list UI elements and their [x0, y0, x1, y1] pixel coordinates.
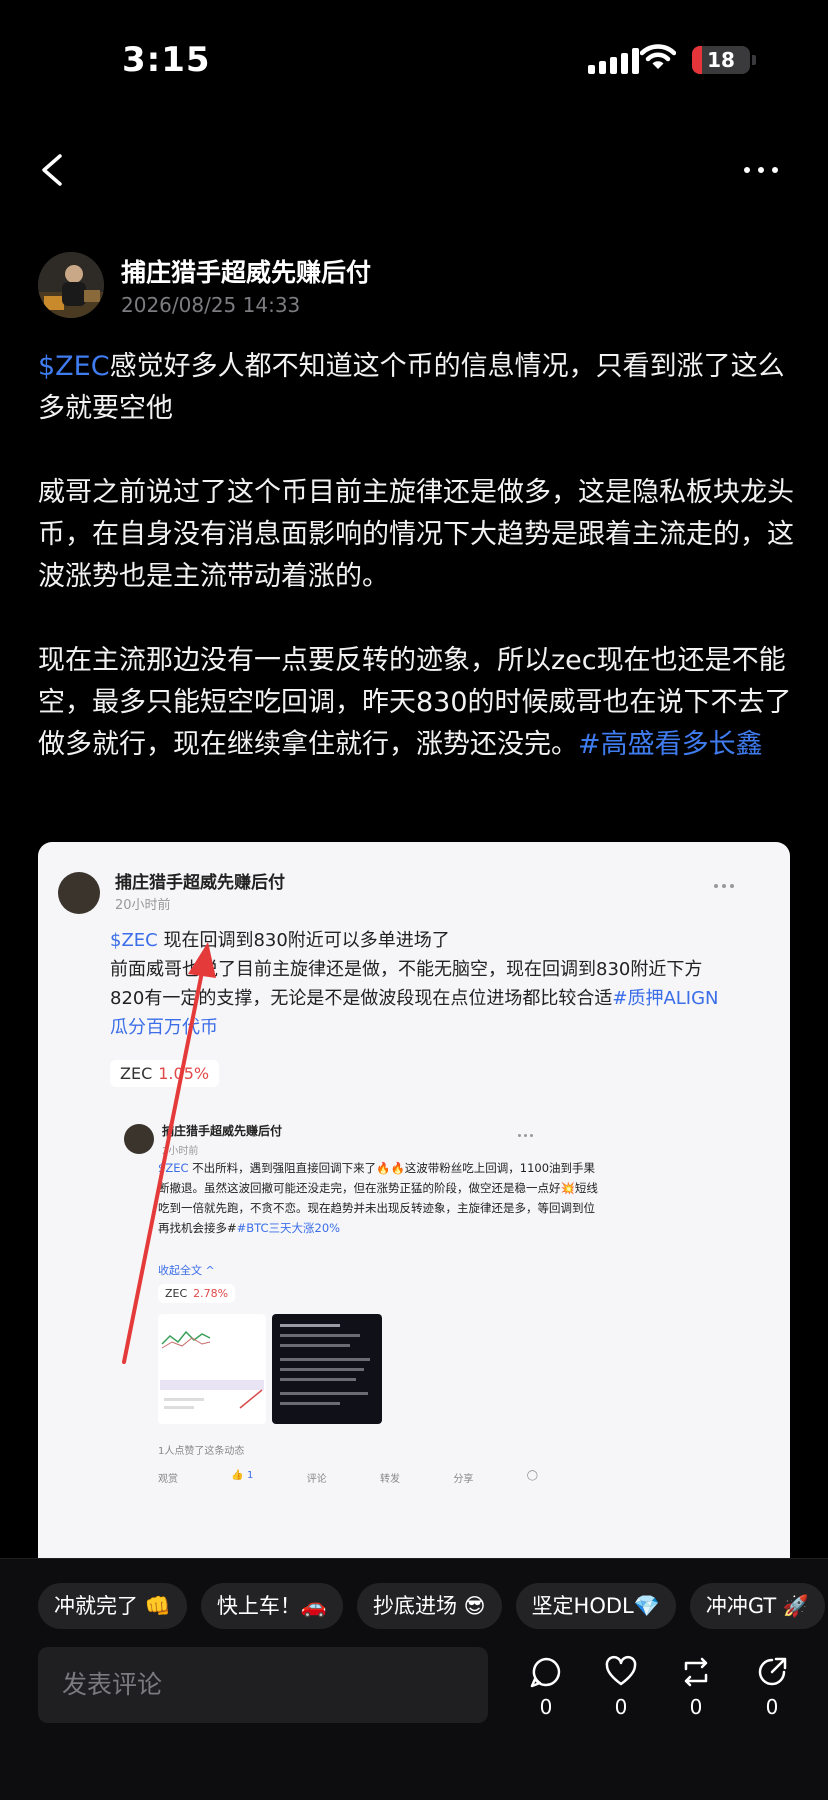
avatar-photo [38, 252, 104, 318]
embedded-line1: 现在回调到830附近可以多单进场了 [157, 930, 450, 951]
inner-action-repost: 转发 [380, 1474, 401, 1485]
quick-reactions: 冲就完了 👊 快上车！🚗 抄底进场 😎 坚定HODL💎 冲冲GT 🚀 [38, 1583, 826, 1629]
cellular-signal-icon [588, 48, 639, 74]
more-dot [744, 167, 750, 173]
share-icon [758, 1657, 787, 1686]
heart-icon [605, 1655, 637, 1686]
battery-tip [752, 55, 756, 65]
embedded-inner-post: 捕庄猎手超威先赚后付 2小时前 $ZEC 不出所料，遇到强阻直接回调下来了🔥🔥这… [124, 1114, 644, 1554]
post-timestamp: 2026/08/25 14:33 [121, 293, 301, 317]
inner-chart-thumbnail [158, 1314, 266, 1424]
reaction-chip[interactable]: 冲冲GT 🚀 [689, 1583, 826, 1629]
like-count: 0 [614, 1695, 628, 1719]
post-text: 威哥之前说过了这个币目前主旋律还是做多，这是隐私板块龙头币，在自身没有消息面影响… [38, 477, 794, 592]
inner-more-icon [518, 1134, 533, 1137]
inner-tip-icon: ◯ [526, 1470, 538, 1481]
comment-action[interactable]: 0 [520, 1655, 572, 1719]
post-paragraph: 威哥之前说过了这个币目前主旋律还是做多，这是隐私板块龙头币，在自身没有消息面影响… [38, 472, 794, 598]
chip-ticker: ZEC [165, 1287, 188, 1300]
comment-count: 0 [539, 1695, 553, 1719]
post-text: 感觉好多人都不知道这个币的信息情况，只看到涨了这么多就要空他 [38, 351, 785, 424]
repost-action[interactable]: 0 [670, 1655, 722, 1719]
reaction-chip[interactable]: 快上车！🚗 [200, 1583, 343, 1629]
inner-action-view: 观赏 [158, 1474, 178, 1485]
embedded-text: $ZEC 现在回调到830附近可以多单进场了 前面威哥也说了目前主旋律还是做，不… [110, 926, 730, 1042]
embedded-screenshot[interactable]: 捕庄猎手超威先赚后付 20小时前 $ZEC 现在回调到830附近可以多单进场了 … [38, 842, 790, 1562]
chip-percent: 2.78% [193, 1287, 229, 1300]
embedded-avatar [58, 872, 100, 914]
inner-liked-text: 1人点赞了这条动态 [158, 1446, 245, 1457]
inner-action-comment: 评论 [306, 1474, 327, 1485]
inner-screenshot-thumbnail [272, 1314, 382, 1424]
wifi-icon [640, 44, 676, 69]
reaction-chip[interactable]: 抄底进场 😎 [356, 1583, 502, 1629]
more-options-button[interactable] [744, 156, 794, 184]
like-action[interactable]: 0 [595, 1655, 647, 1719]
inner-ticker-chip: ZEC 2.78% [158, 1284, 236, 1303]
back-button[interactable] [32, 148, 72, 192]
embedded-cashtag: $ZEC [110, 930, 158, 951]
repost-count: 0 [689, 1695, 703, 1719]
post-body: $ZEC感觉好多人都不知道这个币的信息情况，只看到涨了这么多就要空他 威哥之前说… [38, 346, 794, 808]
author-name[interactable]: 捕庄猎手超威先赚后付 [121, 253, 371, 289]
status-time: 3:15 [122, 40, 211, 80]
hashtag-link[interactable]: #高盛看多长鑫 [578, 729, 763, 760]
inner-avatar [124, 1124, 154, 1154]
embedded-ticker-chip: ZEC 1.05% [110, 1060, 220, 1087]
inner-cashtag: $ZEC [158, 1161, 189, 1175]
inner-like-count: 1 [246, 1470, 254, 1481]
chip-percent: 1.05% [158, 1064, 210, 1083]
post-paragraph: $ZEC感觉好多人都不知道这个币的信息情况，只看到涨了这么多就要空他 [38, 346, 794, 430]
status-bar: 3:15 18 [0, 0, 828, 120]
comment-input[interactable] [38, 1647, 488, 1723]
reaction-chip[interactable]: 坚定HODL💎 [515, 1583, 676, 1629]
author-avatar[interactable] [38, 252, 104, 318]
inner-time: 2小时前 [162, 1146, 199, 1157]
mini-chart-graphic [160, 1330, 264, 1409]
chip-ticker: ZEC [120, 1064, 153, 1083]
inner-action-bar: 观赏 👍 1 评论 转发 分享 ◯ [158, 1470, 538, 1485]
bottom-panel: 冲就完了 👊 快上车！🚗 抄底进场 😎 坚定HODL💎 冲冲GT 🚀 0 0 0 0 [0, 1558, 828, 1800]
embedded-time: 20小时前 [115, 898, 171, 913]
more-dot [772, 167, 778, 173]
cashtag-link[interactable]: $ZEC [38, 351, 110, 382]
inner-action-like: 👍 1 [231, 1470, 254, 1481]
inner-action-share: 分享 [453, 1474, 474, 1485]
comment-icon [530, 1657, 561, 1688]
embedded-more-icon [714, 884, 738, 888]
embedded-line: $ZEC 现在回调到830附近可以多单进场了 [110, 926, 730, 955]
inner-hashtag: #BTC三天大涨20% [236, 1221, 341, 1235]
post-paragraph: 现在主流那边没有一点要反转的迹象，所以zec现在也还是不能空，最多只能短空吃回调… [38, 640, 794, 766]
inner-text: $ZEC 不出所料，遇到强阻直接回调下来了🔥🔥这波带粉丝吃上回调，1100油到手… [158, 1158, 598, 1238]
share-action[interactable]: 0 [746, 1655, 798, 1719]
reaction-chip[interactable]: 冲就完了 👊 [38, 1583, 187, 1629]
embedded-line: 前面威哥也说了目前主旋律还是做，不能无脑空，现在回调到830附近下方820有一定… [110, 955, 730, 1042]
embedded-author-name: 捕庄猎手超威先赚后付 [115, 873, 285, 893]
inner-body: 不出所料，遇到强阻直接回调下来了🔥🔥这波带粉丝吃上回调，1100油到手果断撤退。… [158, 1161, 598, 1235]
inner-author-name: 捕庄猎手超威先赚后付 [162, 1124, 283, 1138]
inner-collapse-link: 收起全文 ^ [158, 1264, 215, 1277]
repost-icon [684, 1657, 708, 1687]
battery-level: 18 [707, 48, 735, 72]
more-dot [758, 167, 764, 173]
battery-icon: 18 [692, 46, 750, 74]
share-count: 0 [765, 1695, 779, 1719]
